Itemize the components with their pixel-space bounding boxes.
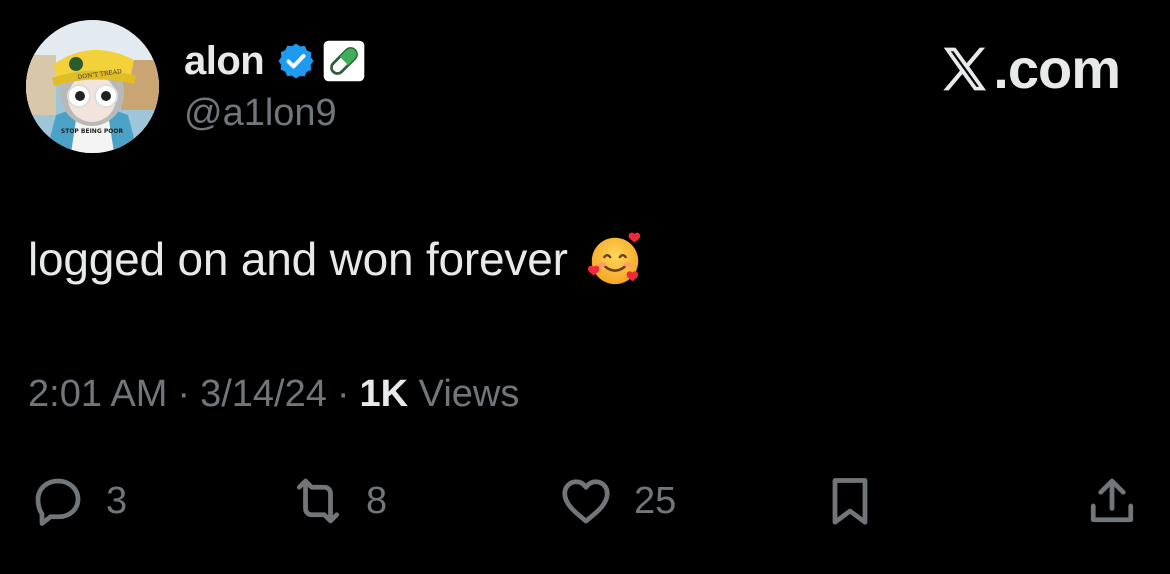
- heart-icon: [562, 479, 610, 524]
- reply-button[interactable]: 3: [28, 466, 127, 536]
- avatar[interactable]: STOP BEING POOR DON'T TREAD: [26, 20, 159, 153]
- author-handle[interactable]: @a1lon9: [184, 92, 337, 135]
- meta-separator: ·: [177, 373, 191, 415]
- x-logo-icon: [943, 47, 987, 90]
- reply-count: 3: [106, 479, 128, 522]
- action-bar: 3 8 25: [0, 466, 1170, 536]
- like-button[interactable]: 25: [556, 466, 676, 536]
- share-icon: [1090, 478, 1134, 523]
- pill-badge-icon[interactable]: [322, 39, 366, 83]
- display-name[interactable]: alon: [184, 39, 265, 84]
- tweet-time[interactable]: 2:01 AM: [28, 373, 167, 415]
- tweet-date[interactable]: 3/14/24: [200, 373, 327, 415]
- share-button[interactable]: [1082, 466, 1142, 536]
- bookmark-button[interactable]: [820, 466, 880, 536]
- like-count: 25: [634, 479, 677, 522]
- views-count[interactable]: 1K: [360, 373, 409, 415]
- bookmark-icon: [832, 478, 868, 525]
- brand-watermark: .com: [937, 36, 1121, 101]
- meta-separator: ·: [336, 373, 350, 415]
- author-name-row: alon: [184, 36, 366, 86]
- smiling-face-with-hearts-icon: [587, 232, 640, 285]
- views-label[interactable]: Views: [419, 373, 520, 415]
- tweet-meta: 2:01 AM · 3/14/24 · 1K Views: [28, 373, 519, 416]
- avatar-shirt-text: STOP BEING POOR: [61, 128, 124, 135]
- tweet-card: STOP BEING POOR DON'T TREAD alon @a1lon9…: [0, 0, 1170, 574]
- reply-icon: [35, 478, 81, 526]
- repost-icon: [296, 478, 340, 524]
- repost-button[interactable]: 8: [288, 466, 387, 536]
- tweet-text-content: logged on and won forever: [28, 233, 568, 285]
- tweet-text: logged on and won forever: [28, 228, 646, 290]
- avatar-image: STOP BEING POOR DON'T TREAD: [26, 20, 159, 153]
- repost-count: 8: [366, 479, 388, 522]
- verified-badge-icon[interactable]: [276, 41, 316, 81]
- brand-label: .com: [993, 37, 1121, 100]
